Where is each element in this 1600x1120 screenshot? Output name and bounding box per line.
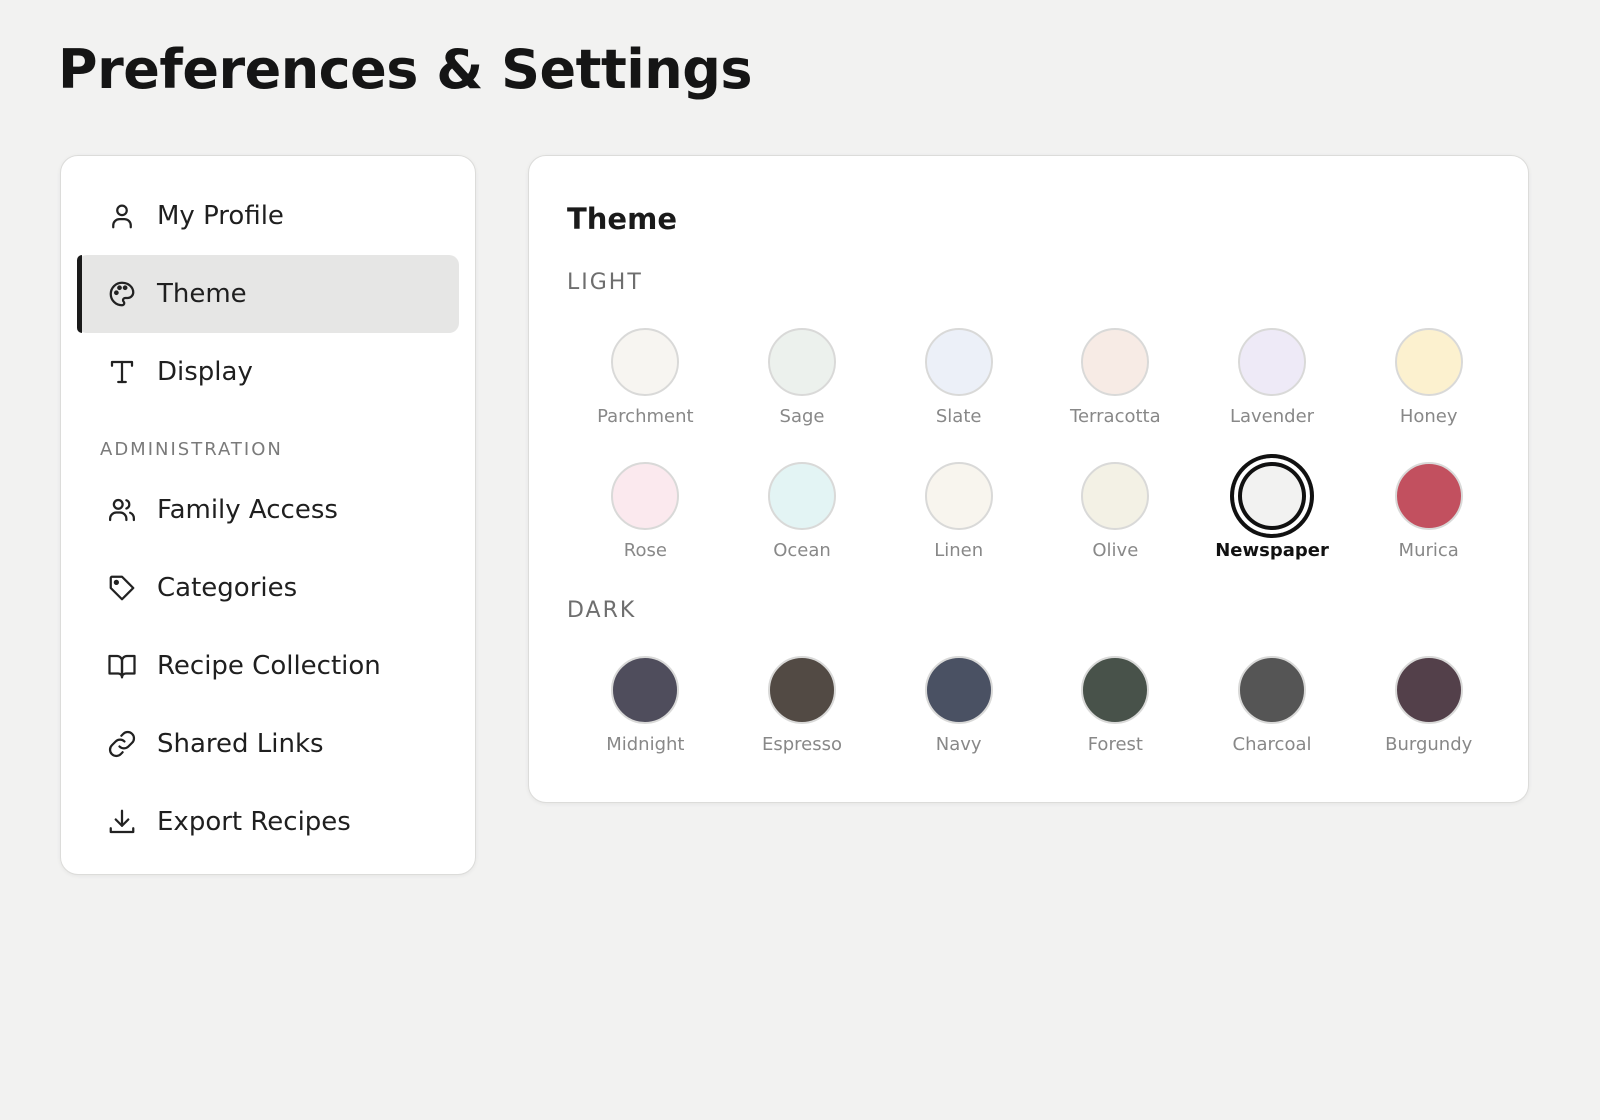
text-icon: [107, 357, 137, 387]
theme-swatch-murica[interactable]: Murica: [1350, 462, 1507, 561]
theme-card-title: Theme: [567, 202, 677, 236]
swatch-label: Murica: [1398, 540, 1459, 561]
theme-swatch-ocean[interactable]: Ocean: [724, 462, 881, 561]
swatch-color-circle[interactable]: [1081, 328, 1150, 396]
swatch-label: Burgundy: [1385, 734, 1473, 755]
sidebar-item-label: Recipe Collection: [157, 651, 381, 681]
swatch-label: Slate: [935, 406, 982, 427]
swatch-label: Forest: [1087, 734, 1143, 755]
theme-swatch-honey[interactable]: Honey: [1350, 328, 1507, 427]
swatch-label: Terracotta: [1070, 406, 1161, 427]
theme-swatch-slate[interactable]: Slate: [880, 328, 1037, 427]
swatch-color-circle[interactable]: [611, 462, 680, 530]
swatch-color-circle[interactable]: [1230, 454, 1315, 538]
swatch-label: Parchment: [597, 406, 694, 427]
swatch-label: Newspaper: [1215, 540, 1329, 561]
theme-swatch-newspaper[interactable]: Newspaper: [1194, 454, 1351, 561]
swatch-color-circle[interactable]: [924, 328, 993, 396]
theme-swatch-midnight[interactable]: Midnight: [567, 656, 724, 755]
swatch-label: Espresso: [761, 734, 843, 755]
light-swatch-row-2: Rose Ocean Linen Olive Newspaper Murica: [567, 454, 1507, 561]
dark-swatch-row: Midnight Espresso Navy Forest Charcoal Burgun…: [567, 656, 1507, 755]
swatch-label: Lavender: [1229, 406, 1315, 427]
theme-swatch-navy[interactable]: Navy: [880, 656, 1037, 755]
theme-swatch-terracotta[interactable]: Terracotta: [1037, 328, 1194, 427]
theme-swatch-olive[interactable]: Olive: [1037, 462, 1194, 561]
settings-sidebar: My Profile Theme Display ADMINISTRATION …: [60, 155, 476, 875]
book-icon: [107, 651, 137, 681]
swatch-color-circle[interactable]: [1394, 328, 1463, 396]
palette-icon: [107, 279, 137, 309]
sidebar-item-label: Categories: [157, 573, 298, 603]
sidebar-item-shared-links[interactable]: Shared Links: [77, 705, 459, 783]
swatch-color-circle[interactable]: [1081, 656, 1150, 724]
sidebar-item-export-recipes[interactable]: Export Recipes: [77, 783, 459, 861]
sidebar-item-label: Export Recipes: [157, 807, 351, 837]
sidebar-item-categories[interactable]: Categories: [77, 549, 459, 627]
swatch-color-circle[interactable]: [768, 328, 836, 396]
swatch-label: Charcoal: [1232, 734, 1312, 755]
users-icon: [107, 495, 137, 525]
swatch-color-circle[interactable]: [768, 462, 836, 530]
sidebar-item-label: Theme: [157, 279, 247, 309]
theme-swatch-forest[interactable]: Forest: [1037, 656, 1194, 755]
light-swatch-row-1: Parchment Sage Slate Terracotta Lavender Hone…: [567, 328, 1507, 427]
theme-swatch-charcoal[interactable]: Charcoal: [1194, 656, 1351, 755]
sidebar-item-label: Family Access: [157, 495, 338, 525]
administration-section-label: ADMINISTRATION: [100, 439, 283, 460]
theme-swatch-lavender[interactable]: Lavender: [1194, 328, 1351, 427]
sidebar-item-my-profile[interactable]: My Profile: [77, 177, 459, 255]
page-title: Preferences & Settings: [58, 38, 753, 101]
link-icon: [107, 729, 137, 759]
swatch-label: Sage: [779, 406, 825, 427]
sidebar-item-theme[interactable]: Theme: [77, 255, 459, 333]
swatch-color-circle[interactable]: [1394, 462, 1463, 530]
swatch-color-circle[interactable]: [924, 462, 993, 530]
swatch-color-circle[interactable]: [611, 656, 680, 724]
theme-swatch-espresso[interactable]: Espresso: [724, 656, 881, 755]
theme-swatch-parchment[interactable]: Parchment: [567, 328, 724, 427]
swatch-color-circle[interactable]: [611, 328, 680, 396]
swatch-color-circle[interactable]: [1081, 462, 1150, 530]
light-group-label: LIGHT: [567, 270, 643, 295]
swatch-color-circle[interactable]: [768, 656, 836, 724]
theme-swatch-linen[interactable]: Linen: [880, 462, 1037, 561]
sidebar-item-family-access[interactable]: Family Access: [77, 471, 459, 549]
sidebar-item-display[interactable]: Display: [77, 333, 459, 411]
swatch-color-circle[interactable]: [1394, 656, 1463, 724]
swatch-label: Linen: [934, 540, 984, 561]
swatch-color-circle[interactable]: [1238, 328, 1307, 396]
swatch-color-circle[interactable]: [924, 656, 993, 724]
sidebar-item-recipe-collection[interactable]: Recipe Collection: [77, 627, 459, 705]
theme-swatch-sage[interactable]: Sage: [724, 328, 881, 427]
download-icon: [107, 807, 137, 837]
swatch-label: Navy: [935, 734, 982, 755]
theme-swatch-rose[interactable]: Rose: [567, 462, 724, 561]
sidebar-item-label: My Profile: [157, 201, 284, 231]
swatch-label: Midnight: [606, 734, 685, 755]
swatch-color-circle[interactable]: [1238, 656, 1307, 724]
dark-group-label: DARK: [567, 598, 637, 623]
sidebar-item-label: Display: [157, 357, 253, 387]
theme-card: Theme LIGHT Parchment Sage Slate Terracotta…: [528, 155, 1529, 803]
tag-icon: [107, 573, 137, 603]
user-icon: [107, 201, 137, 231]
sidebar-item-label: Shared Links: [157, 729, 324, 759]
swatch-label: Rose: [623, 540, 667, 561]
swatch-label: Honey: [1399, 406, 1458, 427]
theme-swatch-burgundy[interactable]: Burgundy: [1350, 656, 1507, 755]
swatch-label: Ocean: [773, 540, 831, 561]
swatch-label: Olive: [1092, 540, 1139, 561]
